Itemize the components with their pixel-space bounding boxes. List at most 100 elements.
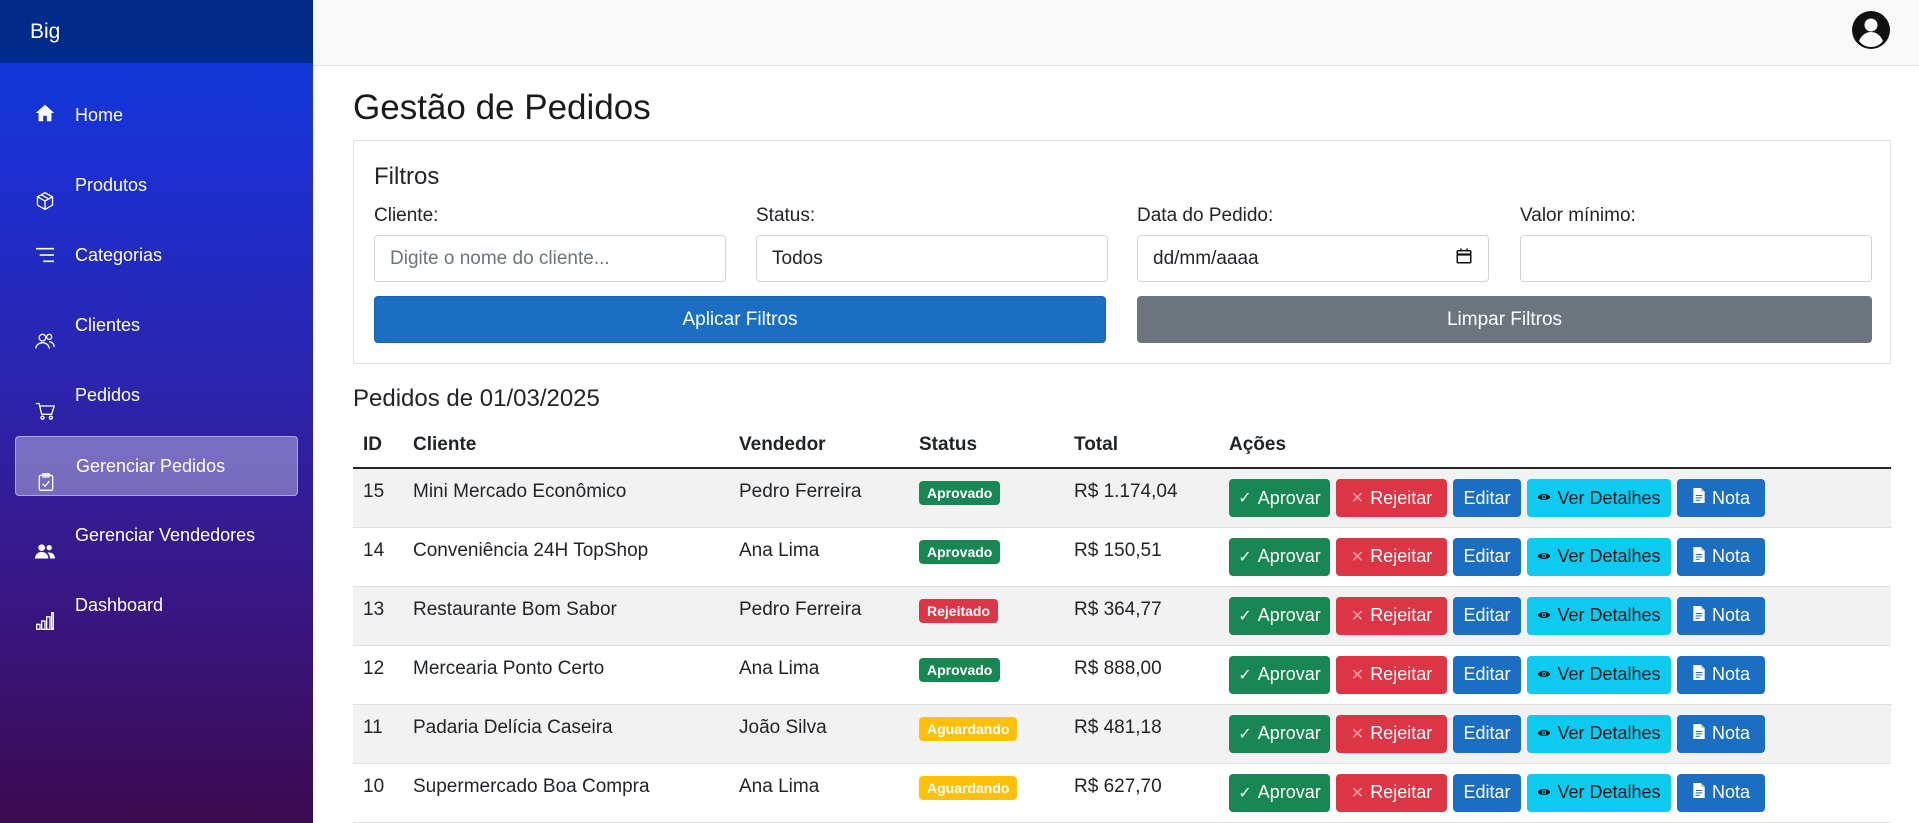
approve-label: Aprovar (1257, 605, 1321, 625)
note-label: Nota (1711, 723, 1751, 743)
edit-button[interactable]: Editar (1453, 773, 1521, 812)
cliente-input[interactable] (374, 235, 726, 282)
note-button[interactable]: Nota (1677, 596, 1765, 635)
edit-button[interactable]: Editar (1453, 655, 1521, 694)
sidebar-item-label: Clientes (75, 315, 141, 335)
cell-status: Aguardando (909, 763, 1064, 823)
cell-status: Rejeitado (909, 586, 1064, 646)
cell-id: 10 (353, 763, 403, 823)
approve-button[interactable]: ✓ Aprovar (1229, 714, 1330, 753)
reject-button[interactable]: ✕ Rejeitar (1336, 596, 1447, 635)
table-row: 15 Mini Mercado Econômico Pedro Ferreira… (353, 468, 1891, 528)
cell-actions: ✓ Aprovar ✕ Rejeitar Editar Ver Detalhes N… (1219, 704, 1891, 764)
note-button[interactable]: Nota (1677, 655, 1765, 694)
sidebar-item-produtos[interactable]: Produtos (15, 155, 298, 215)
check-icon: ✓ (1238, 784, 1252, 802)
reject-label: Rejeitar (1370, 546, 1433, 566)
apply-filters-button[interactable]: Aplicar Filtros (374, 296, 1106, 343)
approve-button[interactable]: ✓ Aprovar (1229, 537, 1330, 576)
cell-total: R$ 627,70 (1064, 763, 1219, 823)
details-button[interactable]: Ver Detalhes (1527, 596, 1671, 635)
filters-panel: Filtros Cliente: Status: Todos Data do P… (353, 140, 1891, 364)
eye-icon (1537, 607, 1551, 625)
eye-icon (1537, 784, 1551, 802)
note-button[interactable]: Nota (1677, 479, 1765, 517)
status-label: Status: (756, 205, 816, 226)
data-pedido-label: Data do Pedido: (1137, 205, 1274, 226)
cliente-label: Cliente: (374, 205, 439, 226)
x-icon: ✕ (1350, 548, 1365, 566)
table-row: 13 Restaurante Bom Sabor Pedro Ferreira … (353, 586, 1891, 646)
brand-logo[interactable]: Big (0, 0, 313, 63)
cell-total: R$ 364,77 (1064, 586, 1219, 646)
data-pedido-input[interactable]: dd/mm/aaaa (1137, 235, 1489, 282)
note-button[interactable]: Nota (1677, 537, 1765, 576)
cell-vendedor: Ana Lima (729, 763, 909, 823)
edit-label: Editar (1463, 605, 1511, 625)
reject-button[interactable]: ✕ Rejeitar (1336, 773, 1447, 812)
sidebar-item-label: Pedidos (75, 385, 141, 405)
cell-actions: ✓ Aprovar ✕ Rejeitar Editar Ver Detalhes N… (1219, 763, 1891, 823)
edit-button[interactable]: Editar (1453, 479, 1521, 517)
row-actions: ✓ Aprovar ✕ Rejeitar Editar Ver Detalhes N… (1229, 479, 1881, 517)
cell-total: R$ 481,18 (1064, 704, 1219, 764)
status-badge: Aprovado (919, 657, 1001, 682)
sidebar-item-home[interactable]: Home (15, 85, 298, 145)
cell-actions: ✓ Aprovar ✕ Rejeitar Editar Ver Detalhes N… (1219, 586, 1891, 646)
note-button[interactable]: Nota (1677, 714, 1765, 753)
approve-label: Aprovar (1257, 487, 1321, 508)
details-button[interactable]: Ver Detalhes (1527, 773, 1671, 812)
document-icon (1692, 782, 1706, 804)
approve-button[interactable]: ✓ Aprovar (1229, 479, 1330, 517)
sidebar-item-pedidos[interactable]: Pedidos (15, 365, 298, 425)
document-icon (1692, 664, 1706, 686)
table-row: 10 Supermercado Boa Compra Ana Lima Agua… (353, 763, 1891, 823)
note-button[interactable]: Nota (1677, 773, 1765, 812)
cell-vendedor: Ana Lima (729, 645, 909, 705)
sidebar-item-label: Produtos (75, 175, 148, 195)
cell-id: 11 (353, 704, 403, 764)
home-icon (34, 102, 56, 124)
cell-cliente: Mercearia Ponto Certo (403, 645, 729, 705)
calendar-icon[interactable] (1455, 247, 1473, 271)
sidebar-item-label: Gerenciar Vendedores (75, 525, 256, 545)
clear-filters-button[interactable]: Limpar Filtros (1137, 296, 1872, 343)
cell-id: 15 (353, 468, 403, 528)
reject-button[interactable]: ✕ Rejeitar (1336, 537, 1447, 576)
status-select[interactable]: Todos (756, 235, 1108, 282)
sidebar-item-gerenciar-pedidos[interactable]: Gerenciar Pedidos (15, 436, 298, 496)
note-label: Nota (1711, 487, 1751, 508)
cell-total: R$ 1.174,04 (1064, 468, 1219, 528)
reject-label: Rejeitar (1370, 782, 1433, 802)
valor-minimo-input[interactable] (1520, 235, 1872, 282)
row-actions: ✓ Aprovar ✕ Rejeitar Editar Ver Detalhes N… (1229, 655, 1881, 694)
bar-chart-icon (34, 610, 56, 632)
details-button[interactable]: Ver Detalhes (1527, 479, 1671, 517)
details-label: Ver Detalhes (1557, 546, 1661, 566)
status-badge: Aguardando (919, 716, 1018, 741)
cell-vendedor: Pedro Ferreira (729, 468, 909, 528)
document-icon (1692, 723, 1706, 745)
approve-label: Aprovar (1257, 723, 1321, 743)
edit-button[interactable]: Editar (1453, 714, 1521, 753)
sidebar-item-label: Home (75, 105, 124, 125)
details-button[interactable]: Ver Detalhes (1527, 537, 1671, 576)
reject-button[interactable]: ✕ Rejeitar (1336, 714, 1447, 753)
reject-button[interactable]: ✕ Rejeitar (1336, 479, 1447, 517)
approve-button[interactable]: ✓ Aprovar (1229, 596, 1330, 635)
user-avatar-icon[interactable] (1851, 10, 1891, 50)
sidebar-item-dashboard[interactable]: Dashboard (15, 575, 298, 635)
approve-button[interactable]: ✓ Aprovar (1229, 655, 1330, 694)
edit-button[interactable]: Editar (1453, 537, 1521, 576)
approve-button[interactable]: ✓ Aprovar (1229, 773, 1330, 812)
sidebar-item-clientes[interactable]: Clientes (15, 295, 298, 355)
details-button[interactable]: Ver Detalhes (1527, 714, 1671, 753)
cell-status: Aprovado (909, 468, 1064, 528)
details-button[interactable]: Ver Detalhes (1527, 655, 1671, 694)
approve-label: Aprovar (1257, 782, 1321, 802)
top-bar (313, 0, 1919, 66)
reject-button[interactable]: ✕ Rejeitar (1336, 655, 1447, 694)
sidebar-item-gerenciar-vendedores[interactable]: Gerenciar Vendedores (15, 505, 298, 565)
edit-button[interactable]: Editar (1453, 596, 1521, 635)
sidebar-item-categorias[interactable]: Categorias (15, 225, 298, 285)
